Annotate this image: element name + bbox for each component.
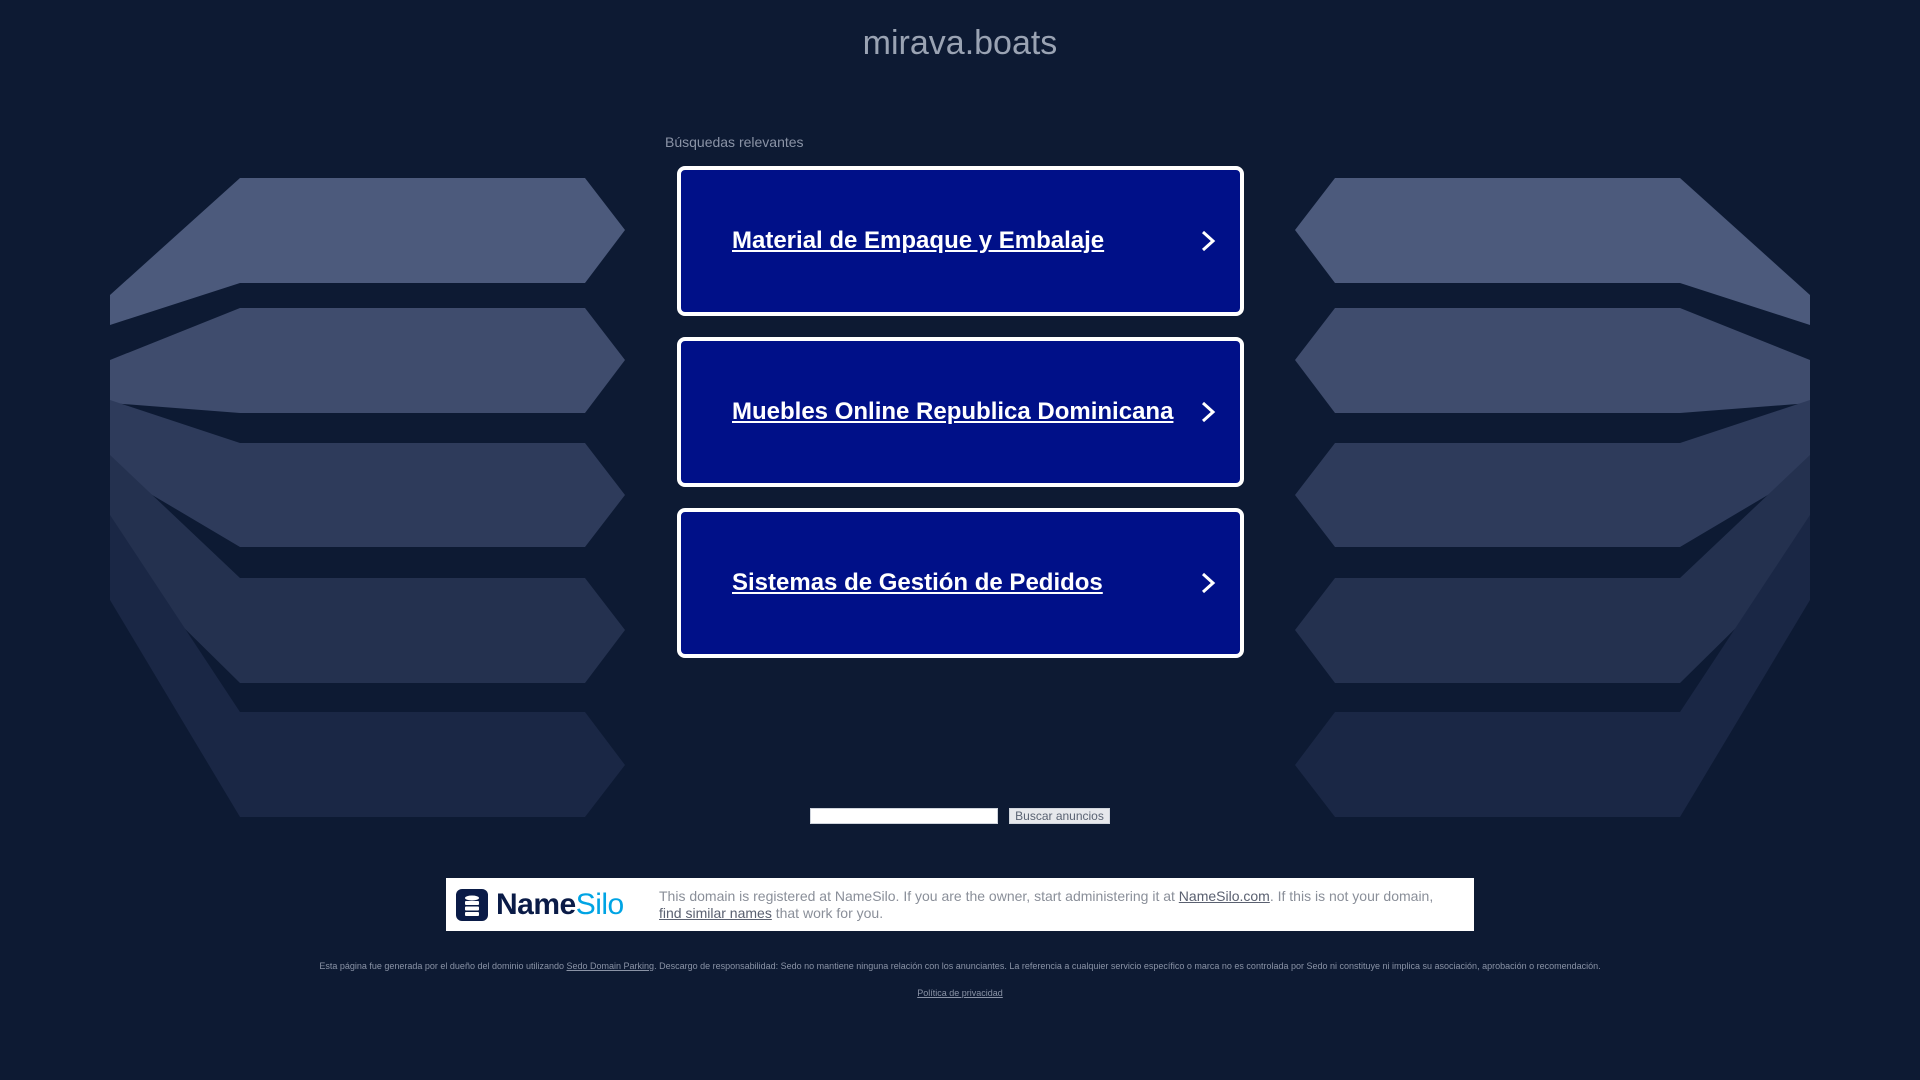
namesilo-link[interactable]: NameSilo.com [1179, 888, 1270, 904]
ad-link-label: Sistemas de Gestión de Pedidos [732, 569, 1103, 596]
ad-link-label: Material de Empaque y Embalaje [732, 227, 1105, 254]
ad-link-1[interactable]: Material de Empaque y Embalaje [677, 166, 1244, 316]
disclaimer-part: Esta página fue generada por el dueño de… [319, 961, 567, 971]
ad-link-3[interactable]: Sistemas de Gestión de Pedidos [677, 508, 1244, 658]
privacy-section: Política de privacidad [0, 988, 1920, 998]
search-input[interactable] [810, 808, 998, 824]
registrar-text-part: This domain is registered at NameSilo. I… [659, 887, 1179, 904]
database-icon [456, 888, 488, 921]
chevron-right-icon [1201, 401, 1216, 423]
domain-title: mirava.boats [862, 24, 1058, 62]
logo-silo-part: Silo [575, 887, 625, 921]
disclaimer-part: . Descargo de responsabilidad: Sedo no m… [654, 961, 1601, 971]
registrar-text: This domain is registered at NameSilo. I… [659, 888, 1459, 922]
ad-link-2[interactable]: Muebles Online Republica Dominicana [677, 337, 1244, 487]
search-ads-button[interactable]: Buscar anuncios [1009, 808, 1110, 824]
registrar-text-part: that work for you. [771, 904, 884, 921]
sedo-domain-parking-link[interactable]: Sedo Domain Parking [567, 961, 655, 971]
ad-link-label: Muebles Online Republica Dominicana [732, 398, 1174, 425]
chevron-right-icon [1201, 230, 1216, 252]
related-searches-label: Búsquedas relevantes [665, 134, 804, 150]
registrar-banner: NameSilo This domain is registered at Na… [446, 878, 1474, 931]
disclaimer-text: Esta página fue generada por el dueño de… [0, 961, 1920, 971]
privacy-policy-link[interactable]: Política de privacidad [917, 988, 1003, 998]
logo-name-part: Name [496, 887, 576, 921]
registrar-text-part: . If this is not your domain, [1269, 887, 1434, 904]
find-similar-names-link[interactable]: find similar names [659, 905, 772, 921]
chevron-right-icon [1201, 572, 1216, 594]
namesilo-logo[interactable]: NameSilo [456, 888, 646, 922]
logo-wordmark: NameSilo [496, 888, 624, 922]
